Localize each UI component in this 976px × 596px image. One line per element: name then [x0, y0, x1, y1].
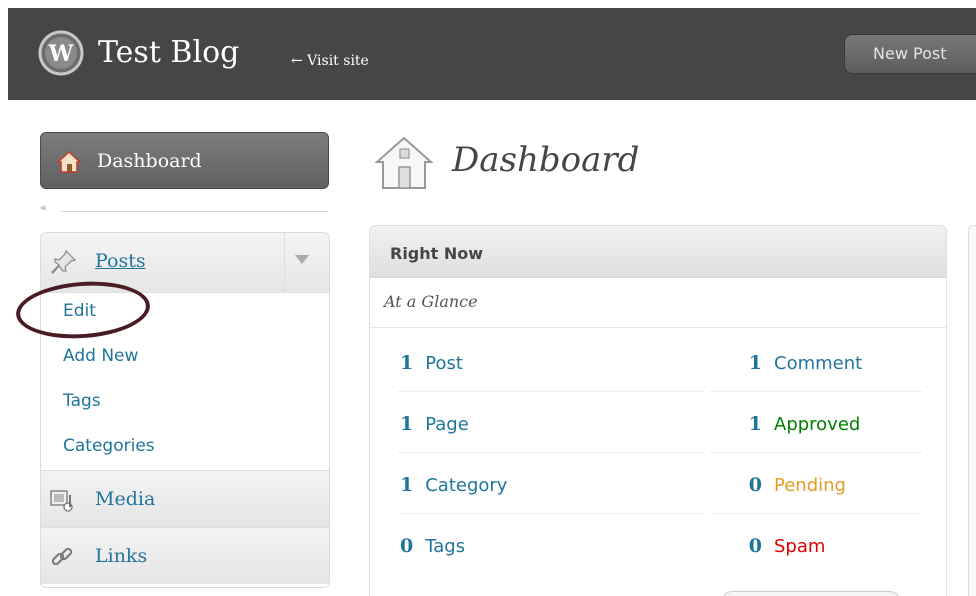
stat-count[interactable]: 1 [740, 352, 762, 374]
submenu-item-categories[interactable]: Categories [63, 436, 155, 456]
stat-pending[interactable]: 0 Pending [740, 474, 846, 496]
submenu-item-add-new[interactable]: Add New [63, 346, 138, 366]
separator [710, 513, 922, 514]
stat-categories[interactable]: 1 Category [400, 474, 507, 496]
stat-comments[interactable]: 1 Comment [740, 352, 862, 374]
chevron-down-icon[interactable] [295, 255, 309, 264]
stat-posts[interactable]: 1 Post [400, 352, 463, 374]
right-now-widget: Right Now At a Glance 1 Post 1 Page 1 Categ… [369, 225, 947, 596]
stat-label[interactable]: Approved [774, 414, 860, 435]
adjacent-widget [968, 225, 976, 596]
separator [398, 452, 704, 453]
collapse-arrow-icon[interactable]: « [40, 201, 47, 214]
stat-count[interactable]: 0 [740, 535, 762, 557]
media-icon [50, 490, 73, 512]
stat-pages[interactable]: 1 Page [400, 413, 469, 435]
separator [60, 211, 328, 212]
page-title: Dashboard [452, 140, 640, 180]
widget-button[interactable] [722, 591, 900, 596]
stat-count[interactable]: 1 [740, 413, 762, 435]
site-title: Test Blog [98, 35, 240, 70]
menu-item-links[interactable]: Links [41, 527, 329, 584]
separator [710, 452, 922, 453]
stat-label[interactable]: Page [425, 414, 469, 435]
menu-item-media[interactable]: Media [41, 470, 329, 527]
stat-label[interactable]: Post [425, 353, 463, 374]
visit-site-link[interactable]: ← Visit site [291, 53, 369, 69]
link-icon [51, 547, 73, 566]
home-icon [57, 151, 81, 173]
widget-subtitle: At a Glance [384, 292, 478, 311]
stat-label[interactable]: Pending [774, 475, 846, 496]
widget-header[interactable]: Right Now [370, 226, 946, 278]
stat-count[interactable]: 1 [400, 413, 413, 435]
separator [710, 391, 922, 392]
stat-count[interactable]: 0 [740, 474, 762, 496]
submenu-item-tags[interactable]: Tags [63, 391, 101, 411]
collapse-menu[interactable]: « [40, 201, 330, 217]
menu-item-dashboard[interactable]: Dashboard [40, 132, 329, 189]
new-post-button[interactable]: New Post [844, 34, 976, 74]
menu-item-posts-label[interactable]: Posts [95, 250, 146, 272]
menu-item-media-label: Media [95, 488, 156, 510]
dashboard-home-icon [374, 136, 434, 189]
wordpress-logo-icon[interactable]: W [38, 30, 84, 76]
admin-header: W Test Blog ← Visit site New Post [8, 8, 976, 100]
stat-approved[interactable]: 1 Approved [740, 413, 861, 435]
menu-item-dashboard-label: Dashboard [97, 150, 202, 172]
stat-tags[interactable]: 0 Tags [400, 535, 465, 557]
stat-label[interactable]: Spam [774, 536, 825, 557]
menu-item-links-label: Links [95, 545, 148, 567]
stat-label[interactable]: Comment [774, 353, 862, 374]
stat-label[interactable]: Category [425, 475, 507, 496]
stat-count[interactable]: 1 [400, 352, 413, 374]
svg-text:W: W [48, 41, 74, 67]
stat-spam[interactable]: 0 Spam [740, 535, 826, 557]
pushpin-icon [51, 249, 77, 274]
separator [398, 513, 704, 514]
widget-title: Right Now [390, 244, 484, 263]
separator [398, 391, 704, 392]
separator [284, 233, 285, 293]
stat-label[interactable]: Tags [425, 536, 465, 557]
separator [370, 327, 946, 328]
stat-count[interactable]: 1 [400, 474, 413, 496]
stat-count[interactable]: 0 [400, 535, 413, 557]
